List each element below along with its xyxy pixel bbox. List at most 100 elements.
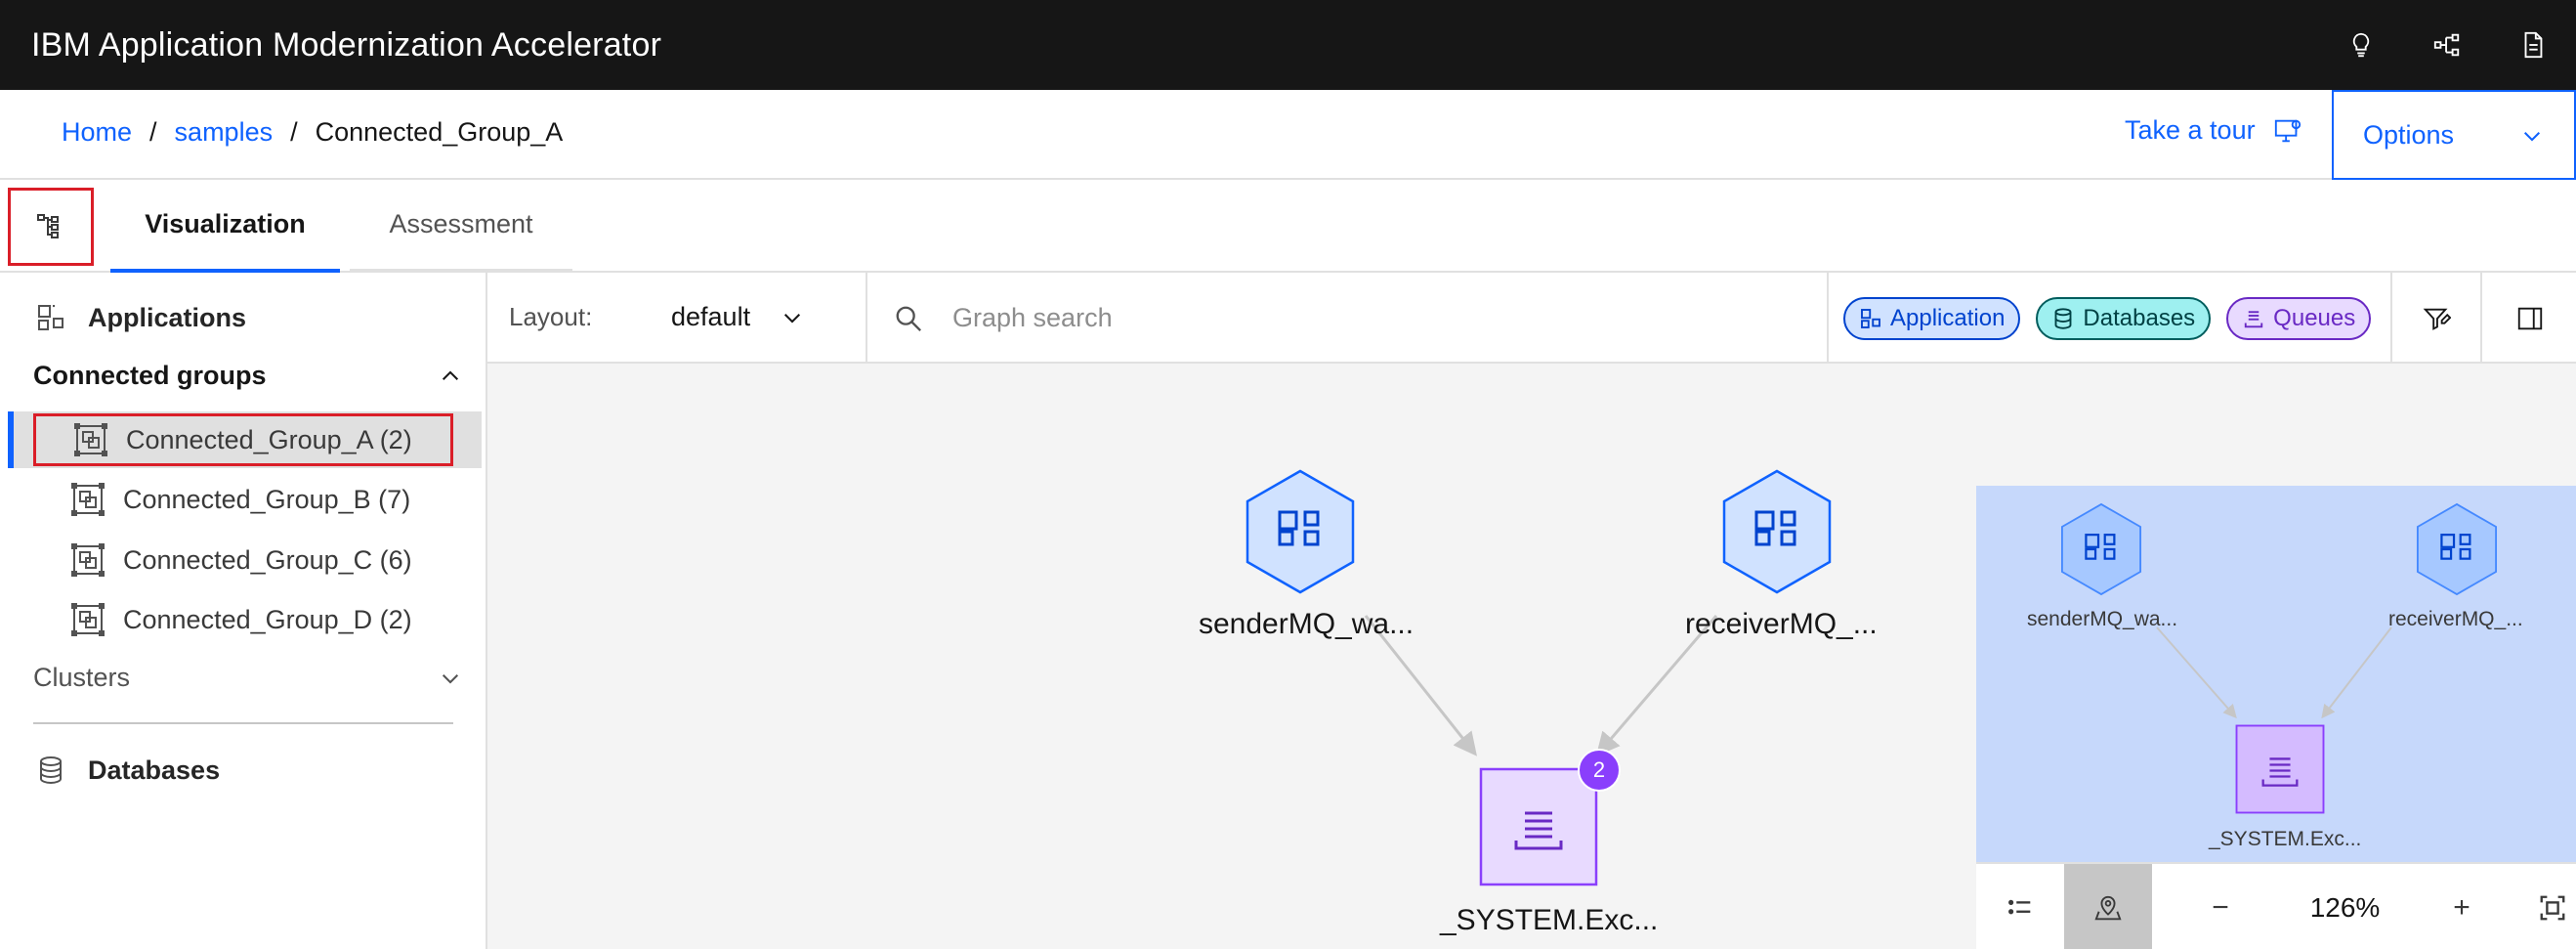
breadcrumb-bar: Home / samples / Connected_Group_A Take …: [0, 90, 2576, 180]
toolbar-divider: [1827, 273, 1829, 364]
queue-node[interactable]: [1479, 767, 1598, 886]
applications-icon: [1861, 309, 1880, 328]
minimap-queue-node: [2235, 724, 2325, 814]
minimap-viewport[interactable]: senderMQ_wa... receiverMQ_... _SYSTEM.Ex…: [1976, 486, 2576, 862]
clusters-label: Clusters: [33, 663, 131, 692]
databases-chip-label: Databases: [2083, 305, 2196, 331]
sidebar-item-connected-group-d[interactable]: Connected_Group_D (2): [8, 591, 482, 648]
sidebar-item-databases[interactable]: Databases: [35, 755, 220, 786]
database-icon: [2054, 308, 2072, 329]
breadcrumb-separator: /: [290, 117, 298, 147]
options-dropdown[interactable]: Options: [2332, 90, 2576, 180]
queues-filter-chip[interactable]: Queues: [2226, 297, 2372, 340]
layout-dropdown[interactable]: default: [671, 302, 805, 332]
queue-node-label: _SYSTEM.Exc...: [1440, 904, 1659, 936]
group-item-content: Connected_Group_A (2): [33, 413, 453, 466]
filter-edit-icon: [2423, 308, 2451, 330]
zoom-out-button[interactable]: −: [2176, 864, 2264, 949]
tree-view-toggle[interactable]: [8, 188, 94, 266]
connected-groups-header[interactable]: Connected groups: [33, 361, 463, 391]
tab-assessment[interactable]: Assessment: [350, 180, 572, 273]
list-icon: [2008, 899, 2031, 914]
minimap-receiver-label: receiverMQ_...: [2388, 608, 2523, 630]
header-actions: [2318, 0, 2576, 90]
minimap-edge: [2321, 626, 2392, 719]
breadcrumb-home[interactable]: Home: [62, 117, 132, 148]
applications-label: Applications: [88, 302, 247, 332]
group-item-content: Connected_Group_D (2): [33, 593, 453, 646]
sender-app-node[interactable]: [1244, 467, 1357, 596]
sidebar-item-connected-group-a[interactable]: Connected_Group_A (2): [8, 411, 482, 468]
minimap: senderMQ_wa... receiverMQ_... _SYSTEM.Ex…: [1976, 486, 2576, 949]
minimap-toggle-button[interactable]: [2064, 864, 2152, 949]
databases-label: Databases: [88, 755, 221, 785]
applications-icon: [38, 305, 63, 330]
side-panel-toggle-button[interactable]: [2486, 273, 2574, 364]
graph-search-input[interactable]: [952, 303, 1734, 333]
queue-icon: [2244, 311, 2263, 328]
breadcrumb-separator: /: [149, 117, 157, 147]
databases-filter-chip[interactable]: Databases: [2036, 297, 2212, 340]
topology-button[interactable]: [2404, 0, 2490, 90]
legend-button[interactable]: [1976, 864, 2064, 949]
sidebar-item-connected-group-b[interactable]: Connected_Group_B (7): [8, 471, 482, 528]
filter-chips: Application Databases Queues: [1843, 297, 2386, 340]
database-icon: [40, 756, 62, 785]
layout-label: Layout:: [509, 302, 593, 331]
sidebar-item-applications[interactable]: Applications: [35, 302, 246, 333]
connected-groups-label: Connected groups: [33, 361, 267, 390]
minimap-queue-label: _SYSTEM.Exc...: [2209, 828, 2362, 850]
layout-value: default: [671, 302, 751, 331]
options-label: Options: [2363, 119, 2455, 150]
chevron-up-icon: [442, 370, 459, 380]
group-item-content: Connected_Group_C (6): [33, 534, 453, 586]
app-title: IBM Application Modernization Accelerato…: [31, 25, 662, 64]
sender-node-label: senderMQ_wa...: [1199, 608, 1415, 640]
toolbar-divider: [2480, 273, 2482, 364]
minimap-sender-label: senderMQ_wa...: [2027, 608, 2178, 630]
group-label: Connected_Group_B (7): [123, 484, 411, 514]
search-icon: [896, 306, 922, 331]
breadcrumb-current: Connected_Group_A: [315, 117, 564, 147]
minimap-receiver-node: [2416, 502, 2498, 596]
clusters-header[interactable]: Clusters: [33, 663, 463, 693]
graph-toolbar: Layout: default Application Databases Qu…: [487, 273, 2576, 364]
chevron-down-icon: [2523, 132, 2541, 142]
sidebar-divider: [33, 722, 453, 724]
queues-chip-label: Queues: [2273, 305, 2356, 331]
lightbulb-button[interactable]: [2318, 0, 2404, 90]
breadcrumb-samples[interactable]: samples: [175, 117, 274, 148]
queue-count-badge: 2: [1578, 749, 1621, 792]
application-filter-chip[interactable]: Application: [1843, 297, 2021, 340]
fit-to-screen-button[interactable]: [2509, 864, 2576, 949]
group-label: Connected_Group_A (2): [126, 424, 412, 454]
document-button[interactable]: [2490, 0, 2576, 90]
zoom-in-button[interactable]: +: [2418, 864, 2506, 949]
minimap-sender-node: [2060, 502, 2142, 596]
breadcrumb: Home / samples / Connected_Group_A: [62, 117, 563, 148]
tab-row: Visualization Assessment: [0, 180, 2576, 273]
filter-edit-button[interactable]: [2392, 273, 2480, 364]
group-label: Connected_Group_D (2): [123, 604, 412, 634]
tour-icon: [2274, 119, 2301, 142]
sidebar-item-connected-group-c[interactable]: Connected_Group_C (6): [8, 532, 482, 588]
group-item-content: Connected_Group_B (7): [33, 473, 453, 526]
group-label: Connected_Group_C (6): [123, 544, 412, 575]
fit-to-screen-icon: [2540, 895, 2565, 920]
document-icon: [2524, 31, 2543, 59]
sidebar: Applications Connected groups Connected_…: [0, 273, 487, 949]
minimap-edge: [2156, 626, 2237, 719]
side-panel-icon: [2517, 307, 2543, 329]
lightbulb-icon: [2352, 32, 2370, 58]
topology-icon: [2433, 33, 2460, 57]
zoom-level: 126%: [2309, 891, 2381, 923]
chevron-down-icon: [784, 313, 801, 323]
group-icon: [71, 483, 105, 516]
group-icon: [74, 423, 107, 456]
take-a-tour-label: Take a tour: [2125, 115, 2256, 145]
receiver-app-node[interactable]: [1720, 467, 1834, 596]
receiver-node-label: receiverMQ_...: [1685, 608, 1878, 640]
group-icon: [71, 603, 105, 636]
tab-visualization[interactable]: Visualization: [110, 180, 340, 273]
take-a-tour-link[interactable]: Take a tour: [2125, 115, 2302, 146]
